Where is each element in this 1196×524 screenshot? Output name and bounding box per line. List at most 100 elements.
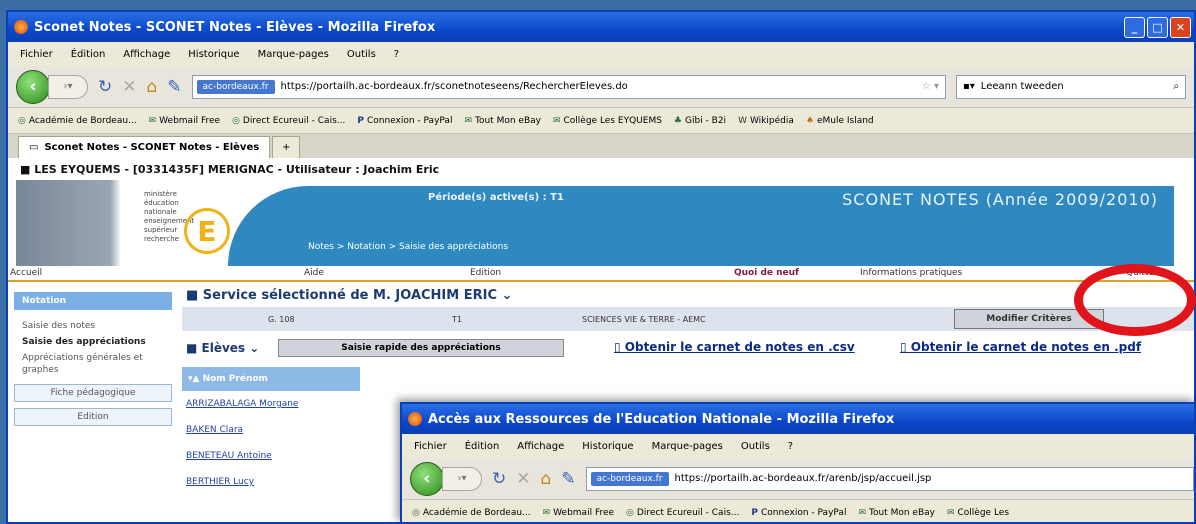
document-icon: ▯ [614, 340, 625, 354]
navigation-toolbar: ‹ ›▾ ↻ ✕ ⌂ ✎ ac-bordeaux.fr https://port… [402, 458, 1194, 500]
bookmark-item[interactable]: ✉ Collège Les EYQUEMS [553, 116, 662, 126]
menu-marque-pages[interactable]: Marque-pages [258, 49, 329, 60]
title-bar[interactable]: Accès aux Ressources de l'Education Nati… [402, 404, 1194, 434]
bookmark-item[interactable]: ♣ Gibi - B2i [674, 116, 726, 126]
nav-edition[interactable]: Edition [470, 268, 501, 278]
menu-affichage[interactable]: Affichage [123, 49, 170, 60]
tab-strip: ▭ Sconet Notes - SCONET Notes - Elèves + [8, 134, 1194, 158]
bookmark-item[interactable]: ✉ Tout Mon eBay [858, 508, 935, 518]
ministry-logo: ministère éducation nationale enseignement s… [16, 180, 230, 266]
new-tab-button[interactable]: + [272, 136, 301, 158]
highlight-ring [1074, 264, 1196, 336]
menu-historique[interactable]: Historique [188, 49, 239, 60]
maximize-button[interactable]: □ [1147, 16, 1168, 38]
url-bar[interactable]: ac-bordeaux.fr https://portailh.ac-borde… [191, 74, 946, 99]
bookmarks-toolbar: ◎ Académie de Bordeau... ✉ Webmail Free ◎ D… [8, 108, 1194, 134]
sidebar-item-appreciations-generales[interactable]: Appréciations générales et graphes [14, 350, 172, 378]
window-title: Accès aux Ressources de l'Education Nati… [428, 411, 895, 427]
nom-prenom-header[interactable]: ▾▲ Nom Prénom [182, 367, 360, 391]
menu-edition[interactable]: Édition [465, 441, 500, 452]
eleves-heading[interactable]: ■ Elèves ⌄ [182, 341, 259, 355]
menu-affichage[interactable]: Affichage [517, 441, 564, 452]
search-text: Leeann tweeden [980, 81, 1064, 92]
firefox-icon [14, 20, 28, 34]
close-button[interactable]: ✕ [1170, 16, 1191, 38]
menu-bar: Fichier Édition Affichage Historique Mar… [8, 42, 1194, 66]
service-heading[interactable]: ■ Service sélectionné de M. JOACHIM ERIC… [182, 288, 1194, 303]
service-matiere: SCIENCES VIE & TERRE - AEMC [582, 314, 706, 324]
nav-accueil[interactable]: Accueil [10, 268, 42, 278]
forward-arrow-icon[interactable]: ›▾ [48, 74, 88, 99]
page-icon: ▭ [29, 142, 39, 153]
eleves-row: ■ Elèves ⌄ Saisie rapide des appréciatio… [182, 337, 1194, 359]
title-bar[interactable]: Sconet Notes - SCONET Notes - Elèves - M… [8, 12, 1194, 42]
menu-fichier[interactable]: Fichier [414, 441, 447, 452]
addon-icon[interactable]: ✎ [561, 469, 575, 489]
addon-icon[interactable]: ✎ [167, 77, 181, 97]
bookmark-item[interactable]: W Wikipédia [738, 116, 794, 126]
bookmark-item[interactable]: ✉ Tout Mon eBay [464, 116, 541, 126]
sidebar-header-notation[interactable]: Notation [14, 292, 172, 310]
home-icon[interactable]: ⌂ [147, 77, 158, 97]
bookmark-star-icon[interactable]: ☆ ▾ [922, 81, 945, 92]
nav-informations-pratiques[interactable]: Informations pratiques [860, 268, 962, 278]
site-identity-badge[interactable]: ac-bordeaux.fr [590, 471, 669, 486]
app-title: SCONET NOTES (Année 2009/2010) [842, 190, 1158, 209]
menu-fichier[interactable]: Fichier [20, 49, 53, 60]
url-bar[interactable]: ac-bordeaux.fr https://portailh.ac-borde… [585, 466, 1194, 491]
top-navigation: Accueil Aide Edition Quoi de neuf Inform… [8, 266, 1194, 282]
sidebar-edition[interactable]: Edition [14, 408, 172, 426]
back-arrow-icon[interactable]: ‹ [16, 69, 50, 104]
nav-quoi-de-neuf[interactable]: Quoi de neuf [734, 268, 799, 278]
menu-outils[interactable]: Outils [347, 49, 376, 60]
education-logo-icon: E [184, 208, 230, 254]
navigation-toolbar: ‹ ›▾ ↻ ✕ ⌂ ✎ ac-bordeaux.fr https://port… [8, 66, 1194, 108]
menu-help[interactable]: ? [394, 49, 399, 60]
firefox-icon [408, 412, 422, 426]
bookmark-item[interactable]: ✉ Webmail Free [543, 508, 614, 518]
menu-edition[interactable]: Édition [71, 49, 106, 60]
header-banner: ministère éducation nationale enseignement s… [8, 180, 1194, 266]
forward-arrow-icon[interactable]: ›▾ [442, 466, 482, 491]
menu-outils[interactable]: Outils [741, 441, 770, 452]
bookmark-item[interactable]: ◎ Direct Ecureuil - Cais... [626, 508, 739, 518]
stop-icon[interactable]: ✕ [516, 469, 530, 489]
search-input[interactable]: ▪▾ Leeann tweeden ⌕ [956, 74, 1186, 99]
school-user-line: ■ LES EYQUEMS - [0331435F] MERIGNAC - Ut… [20, 162, 440, 176]
back-arrow-icon[interactable]: ‹ [410, 461, 444, 496]
bookmark-item[interactable]: ◎ Académie de Bordeau... [412, 508, 531, 518]
menu-marque-pages[interactable]: Marque-pages [652, 441, 723, 452]
reload-icon[interactable]: ↻ [492, 469, 506, 489]
menu-historique[interactable]: Historique [582, 441, 633, 452]
sidebar-fiche-pedagogique[interactable]: Fiche pédagogique [14, 384, 172, 402]
bookmark-item[interactable]: ◎ Direct Ecureuil - Cais... [232, 116, 345, 126]
url-text: https://portailh.ac-bordeaux.fr/sconetno… [280, 81, 628, 92]
sidebar-item-saisie-appreciations[interactable]: Saisie des appréciations [14, 334, 172, 350]
sidebar: Notation Saisie des notes Saisie des app… [14, 292, 172, 426]
carnet-csv-link[interactable]: ▯ Obtenir le carnet de notes en .csv [614, 340, 855, 354]
menu-help[interactable]: ? [788, 441, 793, 452]
nav-aide[interactable]: Aide [304, 268, 324, 278]
reload-icon[interactable]: ↻ [98, 77, 112, 97]
bookmarks-toolbar: ◎ Académie de Bordeau... ✉ Webmail Free ◎ D… [402, 500, 1194, 522]
service-periode: T1 [452, 314, 462, 324]
bookmark-item[interactable]: ✉ Collège Les [947, 508, 1009, 518]
search-icon[interactable]: ⌕ [1173, 81, 1179, 92]
saisie-rapide-button[interactable]: Saisie rapide des appréciations [278, 339, 564, 357]
bookmark-item[interactable]: ♠ eMule Island [806, 116, 874, 126]
bookmark-item[interactable]: P Connexion - PayPal [751, 508, 846, 518]
carnet-pdf-link[interactable]: ▯ Obtenir le carnet de notes en .pdf [900, 340, 1141, 354]
stop-icon[interactable]: ✕ [122, 77, 136, 97]
tab-sconet[interactable]: ▭ Sconet Notes - SCONET Notes - Elèves [18, 136, 271, 158]
bookmark-item[interactable]: ✉ Webmail Free [149, 116, 220, 126]
service-row: G. 108 T1 SCIENCES VIE & TERRE - AEMC Mo… [182, 307, 1194, 331]
bookmark-item[interactable]: P Connexion - PayPal [357, 116, 452, 126]
window-title: Sconet Notes - SCONET Notes - Elèves - M… [34, 19, 436, 35]
minimize-button[interactable]: _ [1124, 16, 1145, 38]
bookmark-item[interactable]: ◎ Académie de Bordeau... [18, 116, 137, 126]
home-icon[interactable]: ⌂ [541, 469, 552, 489]
site-identity-badge[interactable]: ac-bordeaux.fr [196, 79, 275, 94]
search-engine-icon[interactable]: ▪▾ [963, 81, 975, 92]
url-text: https://portailh.ac-bordeaux.fr/arenb/js… [674, 473, 932, 484]
sidebar-item-saisie-notes[interactable]: Saisie des notes [14, 318, 172, 334]
